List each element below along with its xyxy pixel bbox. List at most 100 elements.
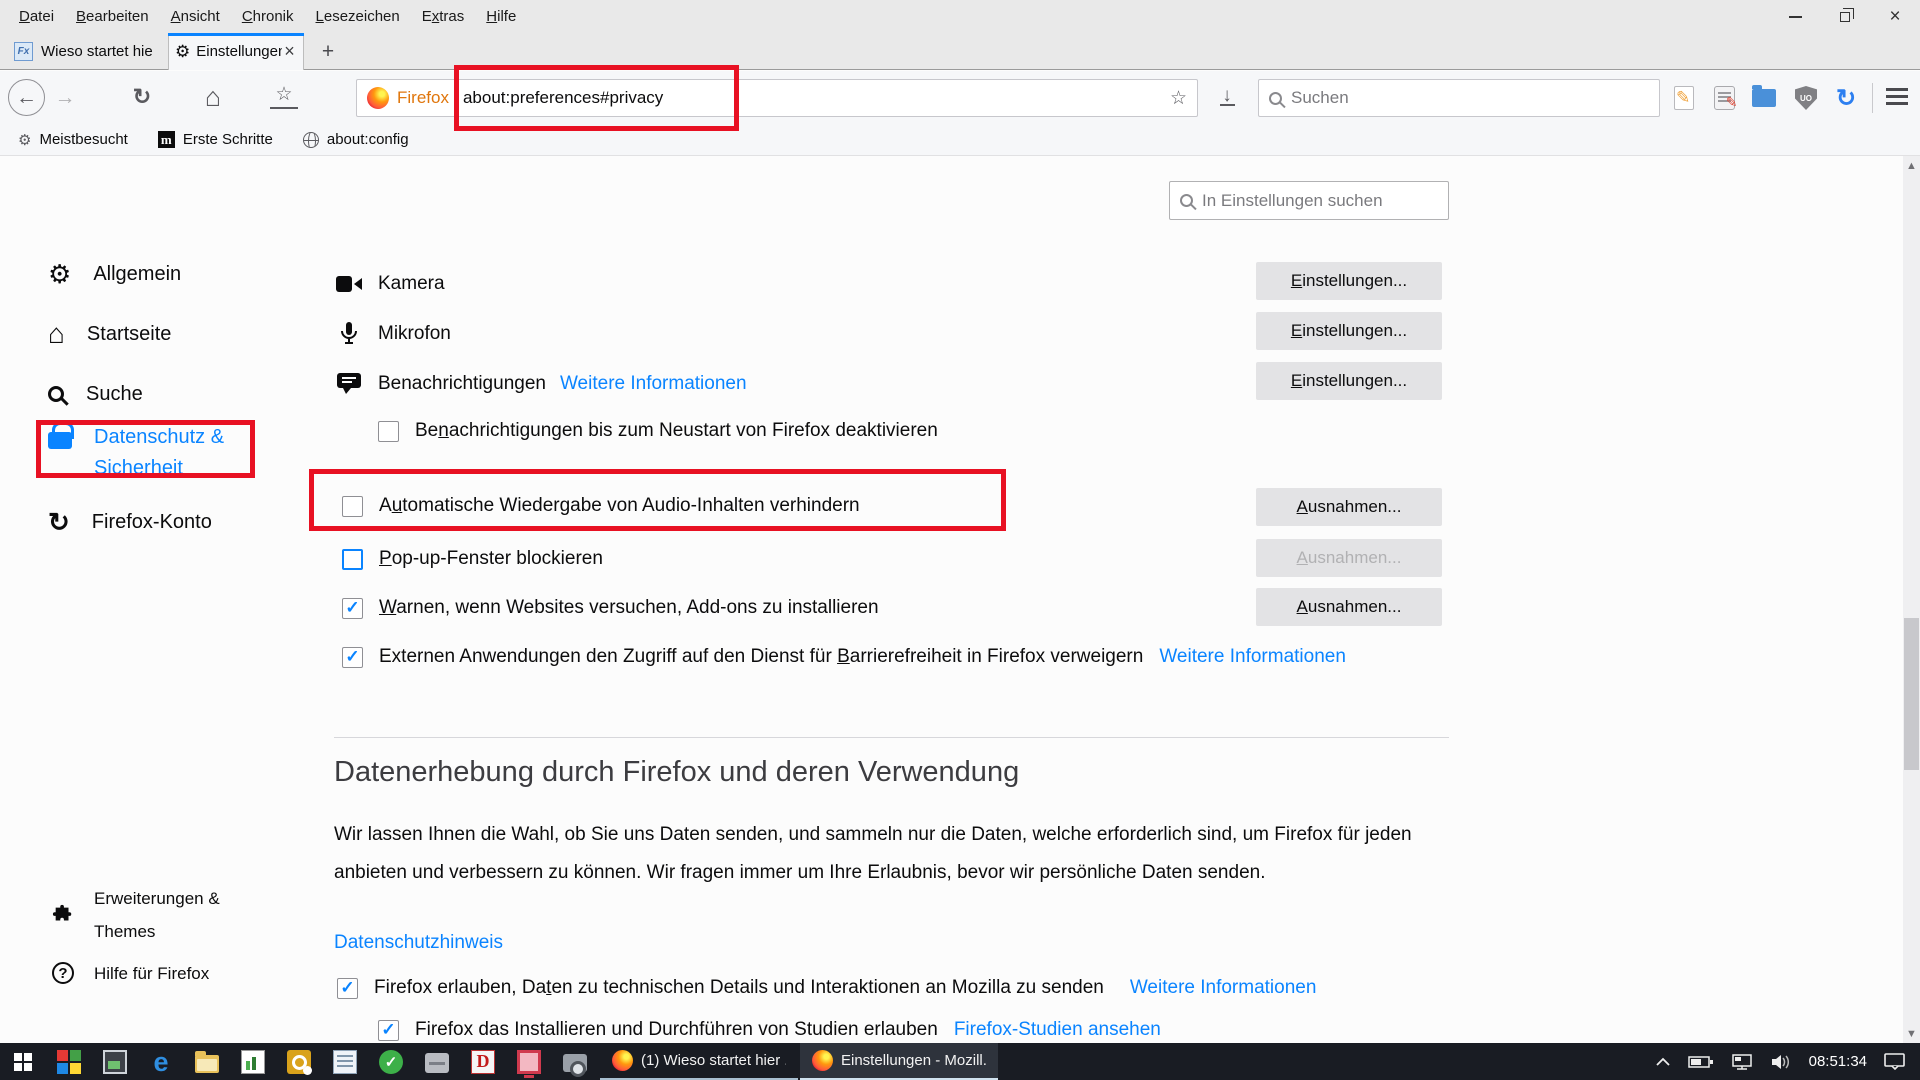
notification-center-icon[interactable] bbox=[1884, 1053, 1906, 1070]
checkbox-unchecked-focused[interactable] bbox=[342, 549, 363, 570]
scroll-up-icon[interactable]: ▲ bbox=[1903, 156, 1920, 175]
sync-arrows-icon: ↻ bbox=[1836, 84, 1856, 113]
mozilla-icon: m bbox=[158, 131, 175, 148]
taskbar-app-grid[interactable] bbox=[46, 1043, 92, 1080]
taskbar-window-einstellungen[interactable]: Einstellungen - Mozill... bbox=[800, 1043, 998, 1080]
sidebar-item-startseite[interactable]: ⌂ Startseite bbox=[48, 314, 171, 354]
notifications-pause-label[interactable]: Benachrichtigungen bis zum Neustart von … bbox=[415, 420, 938, 442]
accessibility-label[interactable]: Externen Anwendungen den Zugriff auf den… bbox=[379, 646, 1143, 668]
sidebar-item-allgemein[interactable]: ⚙ Allgemein bbox=[48, 254, 181, 294]
taskbar-app-edge[interactable]: e bbox=[138, 1043, 184, 1080]
script-extension-button[interactable] bbox=[1710, 84, 1738, 112]
note-extension-button[interactable] bbox=[1670, 84, 1698, 112]
bookmark-star-icon[interactable]: ☆ bbox=[1170, 87, 1187, 110]
taskbar-app-remote[interactable] bbox=[506, 1043, 552, 1080]
studies-label[interactable]: Firefox das Installieren und Durchführen… bbox=[415, 1019, 938, 1041]
tab-close-icon[interactable]: × bbox=[284, 41, 295, 62]
microphone-settings-button[interactable]: Einstellungen... bbox=[1256, 312, 1442, 350]
menu-hamburger-icon[interactable] bbox=[1886, 88, 1908, 91]
sidebar-item-hilfe[interactable]: ? Hilfe für Firefox bbox=[52, 953, 209, 993]
notifications-settings-button[interactable]: Einstellungen... bbox=[1256, 362, 1442, 400]
menu-bearbeiten[interactable]: Bearbeiten bbox=[65, 8, 160, 25]
taskbar-window-wieso-startet[interactable]: (1) Wieso startet hier ... bbox=[600, 1043, 798, 1080]
speaker-icon[interactable] bbox=[1770, 1054, 1792, 1070]
taskbar-app-dictionary[interactable]: D bbox=[460, 1043, 506, 1080]
search-input[interactable] bbox=[1291, 88, 1649, 108]
accessibility-info-link[interactable]: Weitere Informationen bbox=[1159, 646, 1346, 668]
sidebar-item-firefox-konto[interactable]: ↻ Firefox-Konto bbox=[48, 502, 212, 542]
taskbar-app-notes[interactable] bbox=[322, 1043, 368, 1080]
sidebar-label: Suche bbox=[86, 383, 143, 406]
close-button[interactable]: × bbox=[1870, 0, 1920, 33]
taskbar-app-monitor[interactable] bbox=[92, 1043, 138, 1080]
battery-icon[interactable] bbox=[1688, 1055, 1714, 1069]
checkbox-checked[interactable] bbox=[337, 978, 358, 999]
autoplay-exceptions-button[interactable]: Ausnahmen... bbox=[1256, 488, 1442, 526]
tab-wieso-startet[interactable]: Fx Wieso startet hier... bbox=[8, 33, 162, 70]
sidebar-item-datenschutz-sicherheit[interactable]: Datenschutz & Sicherheit bbox=[48, 422, 254, 486]
autoplay-row: Automatische Wiedergabe von Audio-Inhalt… bbox=[342, 486, 860, 526]
microphone-row: Mikrofon bbox=[334, 314, 451, 354]
menu-extras[interactable]: Extras bbox=[411, 8, 476, 25]
menu-chronik[interactable]: Chronik bbox=[231, 8, 305, 25]
menu-hilfe[interactable]: Hilfe bbox=[475, 8, 527, 25]
checkbox-checked[interactable] bbox=[342, 647, 363, 668]
camera-settings-button[interactable]: Einstellungen... bbox=[1256, 262, 1442, 300]
autoplay-label[interactable]: Automatische Wiedergabe von Audio-Inhalt… bbox=[379, 495, 860, 517]
start-button[interactable] bbox=[0, 1043, 46, 1080]
telemetry-label[interactable]: Firefox erlauben, Daten zu technischen D… bbox=[374, 977, 1104, 999]
taskbar-app-drive[interactable] bbox=[414, 1043, 460, 1080]
privacy-notice-link[interactable]: Datenschutzhinweis bbox=[334, 932, 503, 954]
reload-button[interactable]: ↻ bbox=[128, 83, 156, 111]
sidebar-item-erweiterungen-themes[interactable]: Erweiterungen & Themes bbox=[52, 882, 234, 948]
restore-button[interactable] bbox=[1820, 0, 1870, 33]
checkbox-unchecked[interactable] bbox=[342, 496, 363, 517]
back-button[interactable]: ← bbox=[8, 79, 45, 116]
ublock-extension-button[interactable]: UO bbox=[1792, 84, 1820, 112]
taskbar-app-keepass[interactable] bbox=[276, 1043, 322, 1080]
sidebar-item-suche[interactable]: Suche bbox=[48, 374, 143, 414]
bookmark-about-config[interactable]: about:config bbox=[303, 131, 409, 148]
url-bar[interactable]: Firefox about:preferences#privacy ☆ bbox=[356, 79, 1198, 117]
url-text[interactable]: about:preferences#privacy bbox=[463, 88, 663, 108]
checkbox-checked[interactable] bbox=[378, 1020, 399, 1041]
clock[interactable]: 08:51:34 bbox=[1809, 1053, 1867, 1070]
page-scrollbar[interactable]: ▲ ▼ bbox=[1903, 156, 1920, 1043]
preferences-search-input[interactable] bbox=[1202, 191, 1438, 211]
scroll-down-icon[interactable]: ▼ bbox=[1903, 1024, 1920, 1043]
taskbar-app-report[interactable] bbox=[230, 1043, 276, 1080]
folder-extension-button[interactable] bbox=[1750, 84, 1778, 112]
popup-block-label[interactable]: Pop-up-Fenster blockieren bbox=[379, 548, 603, 570]
accessibility-row: Externen Anwendungen den Zugriff auf den… bbox=[342, 637, 1346, 677]
minimize-button[interactable] bbox=[1770, 0, 1820, 33]
notifications-info-link[interactable]: Weitere Informationen bbox=[560, 373, 747, 395]
checkbox-unchecked[interactable] bbox=[378, 421, 399, 442]
bookmarks-toolbar-button[interactable]: ☆ bbox=[270, 83, 298, 109]
bookmark-erste-schritte[interactable]: m Erste Schritte bbox=[158, 131, 273, 148]
telemetry-info-link[interactable]: Weitere Informationen bbox=[1130, 977, 1317, 999]
menu-ansicht[interactable]: Ansicht bbox=[160, 8, 231, 25]
taskbar-app-explorer[interactable] bbox=[184, 1043, 230, 1080]
downloads-button[interactable]: ↓ bbox=[1212, 83, 1242, 111]
taskbar-app-antivirus[interactable]: ✓ bbox=[368, 1043, 414, 1080]
checkbox-checked[interactable] bbox=[342, 598, 363, 619]
home-button[interactable]: ⌂ bbox=[198, 80, 228, 114]
scrollbar-thumb[interactable] bbox=[1904, 618, 1919, 770]
tab-einstellungen[interactable]: ⚙ Einstellungen × bbox=[168, 33, 304, 70]
forward-button[interactable]: → bbox=[52, 85, 78, 111]
green-check-icon: ✓ bbox=[379, 1050, 403, 1074]
studies-link[interactable]: Firefox-Studien ansehen bbox=[954, 1019, 1161, 1041]
new-tab-button[interactable]: + bbox=[314, 38, 342, 66]
bookmark-meistbesucht[interactable]: ⚙ Meistbesucht bbox=[18, 131, 128, 149]
search-bar[interactable] bbox=[1258, 79, 1660, 117]
menu-lesezeichen[interactable]: Lesezeichen bbox=[305, 8, 411, 25]
letter-d-icon: D bbox=[471, 1050, 495, 1074]
taskbar-app-snipping[interactable] bbox=[552, 1043, 598, 1080]
addons-warn-label[interactable]: Warnen, wenn Websites versuchen, Add-ons… bbox=[379, 597, 879, 619]
sync-extension-button[interactable]: ↻ bbox=[1832, 84, 1860, 112]
preferences-search[interactable] bbox=[1169, 181, 1449, 220]
tray-chevron-up-icon[interactable] bbox=[1655, 1057, 1671, 1067]
network-icon[interactable] bbox=[1731, 1054, 1753, 1070]
addons-exceptions-button[interactable]: Ausnahmen... bbox=[1256, 588, 1442, 626]
menu-datei[interactable]: Datei bbox=[8, 8, 65, 25]
